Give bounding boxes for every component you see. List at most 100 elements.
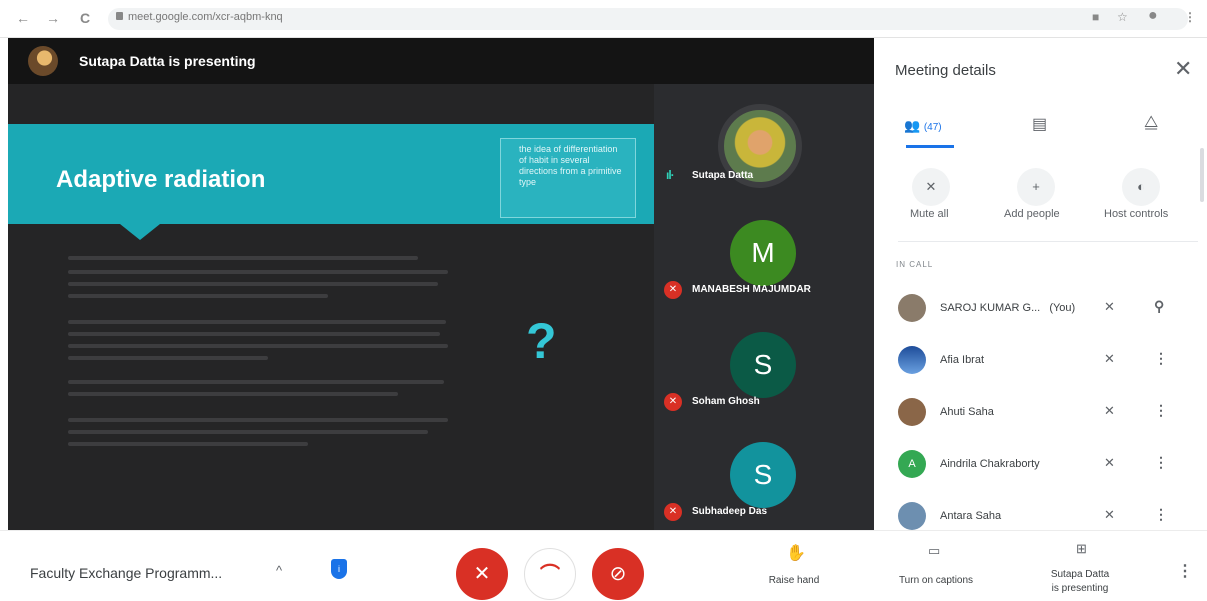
meeting-title[interactable]: Faculty Exchange Programm...: [30, 565, 222, 581]
tile-name: MANABESH MAJUMDAR: [692, 284, 811, 295]
slide-text-line: [68, 332, 440, 336]
more-options-icon[interactable]: ⋮: [1154, 506, 1168, 523]
tile-name: Soham Ghosh: [692, 396, 760, 407]
menu-icon[interactable]: ⋮: [1184, 10, 1196, 24]
leave-call-button[interactable]: ⌒: [524, 548, 576, 600]
star-icon[interactable]: ☆: [1117, 10, 1128, 24]
participant-row[interactable]: A Aindrila Chakraborty ✕ ⋮: [874, 440, 1207, 492]
people-icon: 👥: [904, 118, 921, 133]
presenter-banner: Sutapa Datta is presenting: [8, 38, 874, 84]
more-options-icon[interactable]: ⋮: [1154, 402, 1168, 419]
participant-avatar[interactable]: S: [730, 332, 796, 398]
slide-text-line: [68, 356, 268, 360]
raise-hand-icon[interactable]: ✋: [786, 543, 806, 563]
toggle-icon[interactable]: ◐: [1122, 168, 1160, 206]
slide-text-line: [68, 392, 398, 396]
mic-off-icon[interactable]: ✕: [912, 168, 950, 206]
mic-off-icon: ✕: [664, 393, 682, 411]
tile-name: Sutapa Datta: [692, 170, 754, 181]
captions-button[interactable]: Turn on captions: [884, 575, 988, 586]
slide-text-line: [68, 430, 428, 434]
meeting-details-panel: Meeting details ✕ 👥 (47) ▤ ⧋ ✕ Mute all …: [874, 38, 1207, 530]
avatar: [898, 502, 926, 530]
presenting-status-line2[interactable]: is presenting: [1040, 583, 1120, 594]
avatar: [898, 294, 926, 322]
hang-up-icon: ⌒: [540, 564, 560, 586]
participant-row[interactable]: Ahuti Saha ✕ ⋮: [874, 388, 1207, 440]
camera-off-icon: ⊘: [609, 563, 627, 585]
captions-icon[interactable]: ▭: [928, 543, 940, 559]
browser-toolbar: ← → C meet.google.com/xcr-aqbm-knq ■ ☆ ●…: [0, 0, 1207, 38]
more-options-icon[interactable]: ⋮: [1154, 350, 1168, 367]
participant-avatar[interactable]: M: [730, 220, 796, 286]
you-label: (You): [1049, 302, 1076, 314]
participant-row[interactable]: Afia Ibrat ✕ ⋮: [874, 336, 1207, 388]
participant-name: Ahuti Saha: [940, 406, 994, 418]
mic-off-icon: ✕: [1104, 455, 1115, 470]
mic-off-icon: ✕: [473, 563, 491, 585]
mute-all-button[interactable]: Mute all: [910, 208, 949, 220]
presenter-avatar: [28, 46, 58, 76]
participant-avatar[interactable]: S: [730, 442, 796, 508]
participant-row[interactable]: SAROJ KUMAR G... (You) ✕ ⚲: [874, 284, 1207, 336]
host-controls-button[interactable]: Host controls: [1104, 208, 1168, 220]
chat-icon[interactable]: ▤: [1032, 114, 1047, 134]
panel-title: Meeting details: [895, 62, 996, 79]
mic-off-icon: ✕: [664, 503, 682, 521]
avatar: [898, 398, 926, 426]
tab-people[interactable]: 👥 (47): [904, 118, 942, 134]
mic-off-icon: ✕: [1104, 403, 1115, 418]
pin-icon[interactable]: ⚲: [1154, 298, 1164, 315]
slide-text-line: [68, 418, 448, 422]
participant-name: Aindrila Chakraborty: [940, 458, 1040, 470]
microphone-toggle-button[interactable]: ✕: [456, 548, 508, 600]
speaking-indicator-icon: ıl·: [666, 168, 675, 182]
mic-off-icon: ✕: [1104, 299, 1115, 314]
participant-tiles: ıl· Sutapa Datta M ✕ MANABESH MAJUMDAR S…: [654, 84, 874, 530]
participant-name: Afia Ibrat: [940, 354, 985, 366]
slide-text-line: [68, 270, 448, 274]
slide-title: Adaptive radiation: [56, 166, 266, 193]
more-options-icon[interactable]: ⋮: [1177, 561, 1193, 581]
shield-icon[interactable]: i: [331, 559, 347, 579]
tile-name: Subhadeep Das: [692, 506, 768, 517]
present-icon[interactable]: ⊞: [1076, 541, 1087, 557]
presenter-text: Sutapa Datta is presenting: [79, 53, 256, 69]
add-people-button[interactable]: Add people: [1004, 208, 1060, 220]
camera-toggle-button[interactable]: ⊘: [592, 548, 644, 600]
mic-off-icon: ✕: [1104, 351, 1115, 366]
back-icon[interactable]: ←: [16, 10, 30, 26]
slide-notch: [120, 224, 160, 240]
more-options-icon[interactable]: ⋮: [1154, 454, 1168, 471]
avatar: A: [898, 450, 926, 478]
avatar: [898, 346, 926, 374]
activities-icon[interactable]: ⧋: [1144, 114, 1158, 132]
slide-text-line: [68, 442, 308, 446]
slide-text-line: [68, 282, 438, 286]
chevron-up-icon[interactable]: ^: [276, 563, 282, 578]
mic-off-icon: ✕: [664, 281, 682, 299]
active-tab-indicator: [906, 145, 954, 148]
url-text[interactable]: meet.google.com/xcr-aqbm-knq: [128, 11, 283, 23]
slide-text-line: [68, 294, 328, 298]
slide-text-line: [68, 256, 418, 260]
participant-row[interactable]: Antara Saha ✕ ⋮: [874, 492, 1207, 530]
panel-divider: [898, 241, 1198, 242]
forward-icon[interactable]: →: [46, 10, 60, 26]
slide-definition-box: the idea of differentiation of habit in …: [500, 138, 636, 218]
slide-text-line: [68, 320, 446, 324]
profile-icon[interactable]: ●: [1148, 7, 1158, 25]
shared-slide: Adaptive radiation the idea of different…: [8, 84, 654, 530]
slide-question-mark: ?: [526, 313, 557, 369]
presentation-stage: Sutapa Datta is presenting Adaptive radi…: [8, 38, 874, 530]
panel-scrollbar[interactable]: [1200, 148, 1204, 202]
presenting-status-line1[interactable]: Sutapa Datta: [1040, 569, 1120, 580]
reload-icon[interactable]: C: [80, 10, 90, 26]
camera-icon[interactable]: ■: [1092, 10, 1099, 24]
raise-hand-button[interactable]: Raise hand: [764, 575, 824, 586]
add-person-icon[interactable]: +: [1017, 168, 1055, 206]
meeting-controls-bar: Faculty Exchange Programm... ^ i ✕ ⌒ ⊘ ✋…: [0, 530, 1207, 600]
people-count: (47): [923, 122, 942, 133]
close-icon[interactable]: ✕: [1174, 56, 1192, 82]
lock-icon: [116, 12, 123, 20]
